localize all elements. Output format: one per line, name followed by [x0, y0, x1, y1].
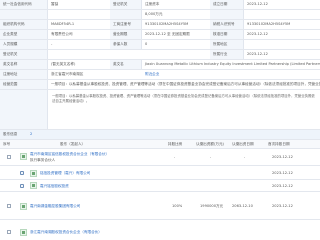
field-label: 登记机关 [110, 0, 142, 9]
field-value: 有限责任公司 [51, 32, 73, 37]
field-label: 经营范围 [0, 80, 48, 89]
field-value: 91330102MA2H5S4Y5M [247, 22, 291, 27]
ratio-value: 100% [172, 204, 183, 208]
field-label: 纳税人识别号 [210, 20, 244, 29]
field-value: 浙江省嘉兴市南湖区 [51, 72, 84, 77]
field-value: 暂缺 [51, 2, 59, 7]
table-header: 序号 股东（发起人） 持股比例 认缴出资额(万元) 认缴出资日期 首次持股日期 [0, 140, 320, 149]
col-header: 持股比例 [168, 142, 183, 146]
row-checkbox[interactable] [7, 155, 11, 159]
shareholder-name-link[interactable]: 浙江嘉兴南湖股权投资合伙企业（有限合伙） [30, 230, 140, 234]
field-value: MA6DF54R-1 [51, 22, 75, 27]
field-label: 工商注册号 [110, 20, 142, 29]
col-header: 认缴出资额(万元) [196, 142, 224, 146]
date-value: 2063-12-10 [232, 204, 253, 208]
field-label [110, 10, 142, 19]
field-label: 人员规模 [0, 40, 48, 49]
info-row: 人员规模 - 参保人数 0 所属地区 [0, 40, 320, 50]
field-value: 注册资本 [145, 2, 160, 7]
field-value: (暂无英文名称) [51, 62, 76, 67]
info-row: 英文名称 (暂无英文名称) 英文名 Jiaxin Xuanrong Metall… [0, 60, 320, 70]
first-date-value: 2023-12-12 [272, 204, 293, 208]
field-value: 一般项目：以私募基金从事股权投资、投资管理、资产管理等活动（须在中国证券投资基金… [51, 82, 320, 87]
shareholder-name-link[interactable]: 嘉兴南湖金融控股集团有限公司 [30, 204, 130, 208]
field-value: 91330102MA2H5S4Y5M [145, 22, 189, 27]
field-label: 核准日期 [210, 30, 244, 39]
col-header: 股东（发起人） [60, 142, 86, 146]
field-label [0, 90, 48, 129]
info-row: 经营范围 一般项目：以私募基金从事股权投资、投资管理、资产管理等活动（须在中国证… [0, 80, 320, 90]
field-label: 营业期限 [110, 30, 142, 39]
col-header: 序号 [3, 142, 11, 146]
shareholder-name-link[interactable]: 嘉兴铭信股权投资 [40, 184, 120, 188]
company-avatar [30, 182, 37, 189]
date-value: - [244, 155, 246, 159]
field-label: 企业类型 [0, 30, 48, 39]
info-row: 8,000万元 [0, 10, 320, 20]
field-label: 组织机构代码 [0, 20, 48, 29]
field-label: 英文名 [110, 60, 142, 69]
company-avatar [20, 153, 27, 160]
tree-node-icon [20, 184, 24, 188]
shareholder-name-link[interactable]: 铭信投资管理（嘉兴）有限公司 [40, 171, 120, 175]
info-row: 登记机关 所属行业 2023-12-12 [0, 50, 320, 60]
field-label: 参保人数 [110, 40, 142, 49]
company-avatar [30, 170, 37, 177]
table-row: 浙江嘉兴南湖股权投资合伙企业（有限合伙） [0, 220, 320, 240]
first-date-value: 2023-12-12 [272, 155, 293, 159]
field-label: 所属地区 [210, 40, 244, 49]
amount-value: - [210, 155, 212, 159]
field-value: 2023-12-12 [247, 32, 268, 37]
field-label [0, 10, 48, 19]
company-avatar [20, 203, 27, 210]
field-value: - [51, 42, 53, 47]
field-value: 8,000万元 [145, 12, 163, 17]
table-row: 嘉兴铭信股权投资 2023-12-12 [0, 180, 320, 192]
ratio-value: - [174, 155, 176, 159]
shareholder-role: 执行事务合伙人 [30, 158, 56, 162]
shareholder-name-link[interactable]: 嘉兴市南湖区铭信股权投资合伙企业（有限合伙） [30, 152, 122, 156]
tree-node-icon [20, 171, 24, 175]
field-label: 注册地址 [0, 70, 48, 79]
field-value: 2023-12-12 [247, 2, 268, 7]
col-header: 首次持股日期 [268, 142, 290, 146]
business-scope-text: 一般项目：以私募基金从事股权投资、投资管理、资产管理等活动（须在中国证券投资基金… [52, 94, 315, 104]
field-value: Jiaxin Xuanrong Metallic Lithium Industr… [145, 62, 320, 67]
field-value: 2023-12-12 至 无固定期限 [145, 32, 190, 37]
row-checkbox[interactable] [7, 204, 11, 208]
field-label: 成立日期 [210, 0, 244, 9]
field-value: 2023-12-12 [247, 52, 268, 57]
table-row: 铭信投资管理（嘉兴）有限公司 2023-12-12 [0, 166, 320, 180]
first-date-value: 2023-12-12 [272, 171, 293, 175]
info-row: 企业类型 有限责任公司 营业期限 2023-12-12 至 无固定期限 核准日期… [0, 30, 320, 40]
company-avatar [20, 229, 27, 236]
field-label: 所属行业 [210, 50, 244, 59]
table-row: 嘉兴市南湖区铭信股权投资合伙企业（有限合伙） 执行事务合伙人 - - - 202… [0, 149, 320, 166]
business-scope-block: 一般项目：以私募基金从事股权投资、投资管理、资产管理等活动（须在中国证券投资基金… [0, 90, 320, 130]
field-label: 统一社会信用代码 [0, 0, 48, 9]
col-header: 认缴出资日期 [232, 142, 254, 146]
info-row: 组织机构代码 MA6DF54R-1 工商注册号 91330102MA2H5S4Y… [0, 20, 320, 30]
nearby-companies-link[interactable]: 附近企业 [142, 70, 182, 79]
info-row: 统一社会信用代码 暂缺 登记机关 注册资本 成立日期 2023-12-12 [0, 0, 320, 10]
info-row: 注册地址 浙江省嘉兴市南湖区 附近企业 [0, 70, 320, 80]
table-row: 嘉兴南湖金融控股集团有限公司 100% 1990000万元 2063-12-10… [0, 192, 320, 220]
row-checkbox[interactable] [7, 230, 11, 234]
section-title: 股东信息 [3, 132, 18, 136]
field-label: 英文名称 [0, 60, 48, 69]
field-value: 0 [145, 42, 148, 47]
field-label [210, 10, 244, 19]
shareholder-header-row: 股东信息 2 [0, 130, 320, 140]
field-label: 登记机关 [0, 50, 48, 59]
shareholder-count[interactable]: 2 [30, 132, 32, 136]
first-date-value: 2023-12-12 [272, 184, 293, 188]
amount-value: 1990000万元 [200, 204, 224, 208]
